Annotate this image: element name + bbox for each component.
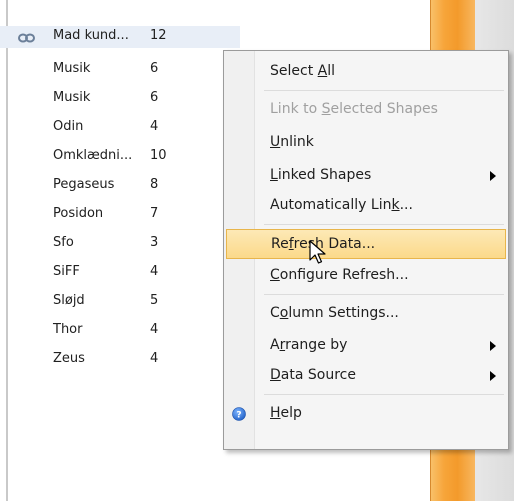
list-item-count: 4 [150, 264, 159, 279]
list-item[interactable]: Mad kund... 12 [0, 26, 240, 48]
list-item-name: Odin [53, 119, 84, 134]
submenu-arrow-icon [490, 171, 496, 181]
link-icon [18, 32, 36, 47]
menu-item-label: Link to Selected Shapes [270, 101, 438, 117]
list-item-name: Sfo [53, 235, 74, 250]
svg-text:?: ? [236, 411, 241, 421]
menu-item-unlink[interactable]: Unlink [226, 128, 506, 158]
menu-item-linked-shapes[interactable]: Linked Shapes [226, 161, 506, 191]
list-item-count: 8 [150, 177, 159, 192]
list-item-count: 6 [150, 61, 159, 76]
list-item[interactable]: Zeus 4 [0, 349, 240, 371]
menu-separator [264, 394, 504, 395]
list-item-partial: ... [53, 0, 65, 4]
menu-item-label: Select All [270, 63, 335, 79]
list-item[interactable]: Odin 4 [0, 117, 240, 139]
list-item-count: 10 [150, 148, 167, 163]
list-item-count: 4 [150, 351, 159, 366]
menu-item-label: Column Settings... [270, 305, 399, 321]
menu-item-label: Automatically Link... [270, 197, 413, 213]
list-item-name: Zeus [53, 351, 85, 366]
menu-item-label: Help [270, 405, 302, 421]
list-item-name: Musik [53, 61, 91, 76]
list-item-count: 6 [150, 90, 159, 105]
help-icon: ? [232, 407, 246, 425]
list-item-name: SiFF [53, 264, 80, 279]
menu-item-link-to-selected-shapes[interactable]: Link to Selected Shapes [226, 95, 506, 125]
list-item-name: Posidon [53, 206, 104, 221]
menu-item-arrange-by[interactable]: Arrange by [226, 331, 506, 361]
list-item-name: Thor [53, 322, 83, 337]
menu-item-data-source[interactable]: Data Source [226, 361, 506, 391]
submenu-arrow-icon [490, 341, 496, 351]
list-item-count: 5 [150, 293, 159, 308]
menu-item-help[interactable]: ? Help [226, 399, 506, 429]
menu-item-label: Linked Shapes [270, 167, 372, 183]
list-item-count: 7 [150, 206, 159, 221]
menu-item-column-settings[interactable]: Column Settings... [226, 299, 506, 329]
list-item-name: Pegaseus [53, 177, 115, 192]
menu-item-automatically-link[interactable]: Automatically Link... [226, 191, 506, 221]
menu-item-label: Unlink [270, 134, 314, 150]
list-item[interactable]: Sløjd 5 [0, 291, 240, 313]
list-item[interactable]: Musik 6 [0, 88, 240, 110]
menu-item-label: Arrange by [270, 337, 348, 353]
menu-item-label: Data Source [270, 367, 356, 383]
list-item-count: 3 [150, 235, 159, 250]
list-item[interactable]: Thor 4 [0, 320, 240, 342]
list-item[interactable]: Posidon 7 [0, 204, 240, 226]
menu-item-label: Configure Refresh... [270, 267, 409, 283]
list-item-count: 4 [150, 322, 159, 337]
list-item-name: Sløjd [53, 293, 85, 308]
list-item[interactable]: Omklædni... 10 [0, 146, 240, 168]
menu-item-configure-refresh[interactable]: Configure Refresh... [226, 261, 506, 291]
menu-separator [264, 224, 504, 225]
list-item-name: Musik [53, 90, 91, 105]
screen: ... Mad kund... 12 Musik 6 Musik 6 Odin … [0, 0, 514, 501]
context-menu: Select All Link to Selected Shapes Unlin… [223, 50, 509, 450]
menu-item-select-all[interactable]: Select All [226, 57, 506, 87]
submenu-arrow-icon [490, 371, 496, 381]
list-item-name: Mad kund... [53, 28, 129, 43]
list-item-name: Omklædni... [53, 148, 133, 163]
list-item[interactable]: Sfo 3 [0, 233, 240, 255]
list-item[interactable]: Musik 6 [0, 59, 240, 81]
menu-separator [264, 90, 504, 91]
list-item-count: 12 [150, 28, 167, 43]
list-item[interactable]: SiFF 4 [0, 262, 240, 284]
list-item-count: 4 [150, 119, 159, 134]
menu-separator [264, 294, 504, 295]
menu-item-label: Refresh Data... [271, 236, 376, 252]
list-item[interactable]: Pegaseus 8 [0, 175, 240, 197]
menu-item-refresh-data[interactable]: Refresh Data... [226, 229, 506, 259]
